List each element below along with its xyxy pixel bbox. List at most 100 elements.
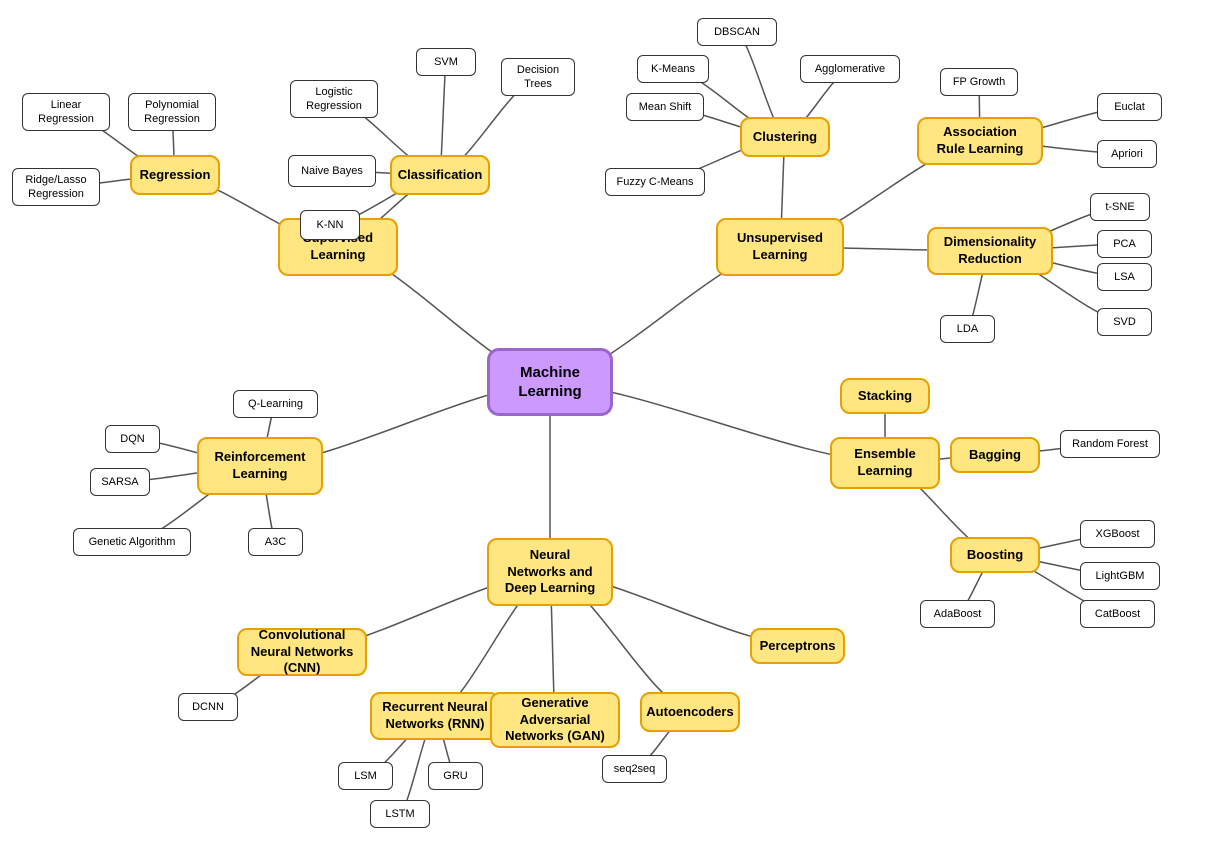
node-regression: Regression bbox=[130, 155, 220, 195]
node-clustering: Clustering bbox=[740, 117, 830, 157]
node-label-ensemble: Ensemble Learning bbox=[830, 437, 940, 489]
node-label-bagging: Bagging bbox=[950, 437, 1040, 473]
node-label-q_learning: Q-Learning bbox=[233, 390, 318, 418]
node-label-pca: PCA bbox=[1097, 230, 1152, 258]
node-label-a3c: A3C bbox=[248, 528, 303, 556]
node-dqn: DQN bbox=[105, 425, 160, 453]
node-label-fuzzy: Fuzzy C-Means bbox=[605, 168, 705, 196]
node-label-fp_growth: FP Growth bbox=[940, 68, 1018, 96]
node-label-clustering: Clustering bbox=[740, 117, 830, 157]
node-label-rnn: Recurrent Neural Networks (RNN) bbox=[370, 692, 500, 740]
node-xgboost: XGBoost bbox=[1080, 520, 1155, 548]
node-label-naive_bayes: Naive Bayes bbox=[288, 155, 376, 187]
node-label-ridge_lasso: Ridge/Lasso Regression bbox=[12, 168, 100, 206]
node-q_learning: Q-Learning bbox=[233, 390, 318, 418]
node-neural_networks: Neural Networks and Deep Learning bbox=[487, 538, 613, 606]
node-stacking: Stacking bbox=[840, 378, 930, 414]
node-genetic: Genetic Algorithm bbox=[73, 528, 191, 556]
node-label-xgboost: XGBoost bbox=[1080, 520, 1155, 548]
node-label-perceptrons: Perceptrons bbox=[750, 628, 845, 664]
node-machine_learning: Machine Learning bbox=[487, 348, 613, 416]
node-linear_reg: Linear Regression bbox=[22, 93, 110, 131]
node-adaboost: AdaBoost bbox=[920, 600, 995, 628]
node-label-gan: Generative Adversarial Networks (GAN) bbox=[490, 692, 620, 748]
node-label-boosting: Boosting bbox=[950, 537, 1040, 573]
node-label-regression: Regression bbox=[130, 155, 220, 195]
node-label-neural_networks: Neural Networks and Deep Learning bbox=[487, 538, 613, 606]
node-label-autoencoders: Autoencoders bbox=[640, 692, 740, 732]
node-a3c: A3C bbox=[248, 528, 303, 556]
node-tsne: t-SNE bbox=[1090, 193, 1150, 221]
node-label-linear_reg: Linear Regression bbox=[22, 93, 110, 131]
node-autoencoders: Autoencoders bbox=[640, 692, 740, 732]
node-naive_bayes: Naive Bayes bbox=[288, 155, 376, 187]
node-ensemble: Ensemble Learning bbox=[830, 437, 940, 489]
node-agglom: Agglomerative bbox=[800, 55, 900, 83]
node-label-lda: LDA bbox=[940, 315, 995, 343]
node-boosting: Boosting bbox=[950, 537, 1040, 573]
node-label-sarsa: SARSA bbox=[90, 468, 150, 496]
node-lstm: LSTM bbox=[370, 800, 430, 828]
node-label-adaboost: AdaBoost bbox=[920, 600, 995, 628]
node-label-apriori: Apriori bbox=[1097, 140, 1157, 168]
mindmap-diagram: Machine LearningSupervised LearningUnsup… bbox=[0, 0, 1207, 842]
node-classification: Classification bbox=[390, 155, 490, 195]
node-logistic: Logistic Regression bbox=[290, 80, 378, 118]
node-label-dbscan: DBSCAN bbox=[697, 18, 777, 46]
node-catboost: CatBoost bbox=[1080, 600, 1155, 628]
node-perceptrons: Perceptrons bbox=[750, 628, 845, 664]
node-random_forest: Random Forest bbox=[1060, 430, 1160, 458]
node-gan: Generative Adversarial Networks (GAN) bbox=[490, 692, 620, 748]
node-label-lsm: LSM bbox=[338, 762, 393, 790]
node-decision_trees: Decision Trees bbox=[501, 58, 575, 96]
node-label-kmeans: K-Means bbox=[637, 55, 709, 83]
node-label-lstm: LSTM bbox=[370, 800, 430, 828]
node-label-reinforcement: Reinforcement Learning bbox=[197, 437, 323, 495]
node-assoc_rule: Association Rule Learning bbox=[917, 117, 1043, 165]
node-dim_reduction: Dimensionality Reduction bbox=[927, 227, 1053, 275]
node-label-dim_reduction: Dimensionality Reduction bbox=[927, 227, 1053, 275]
node-ridge_lasso: Ridge/Lasso Regression bbox=[12, 168, 100, 206]
node-dbscan: DBSCAN bbox=[697, 18, 777, 46]
node-label-logistic: Logistic Regression bbox=[290, 80, 378, 118]
node-label-agglom: Agglomerative bbox=[800, 55, 900, 83]
node-label-mean_shift: Mean Shift bbox=[626, 93, 704, 121]
node-mean_shift: Mean Shift bbox=[626, 93, 704, 121]
node-label-assoc_rule: Association Rule Learning bbox=[917, 117, 1043, 165]
node-knn: K-NN bbox=[300, 210, 360, 240]
node-sarsa: SARSA bbox=[90, 468, 150, 496]
node-rnn: Recurrent Neural Networks (RNN) bbox=[370, 692, 500, 740]
node-label-seq2seq: seq2seq bbox=[602, 755, 667, 783]
node-label-euclat: Euclat bbox=[1097, 93, 1162, 121]
node-label-dqn: DQN bbox=[105, 425, 160, 453]
node-label-tsne: t-SNE bbox=[1090, 193, 1150, 221]
node-label-dcnn: DCNN bbox=[178, 693, 238, 721]
node-label-classification: Classification bbox=[390, 155, 490, 195]
node-label-catboost: CatBoost bbox=[1080, 600, 1155, 628]
node-fuzzy: Fuzzy C-Means bbox=[605, 168, 705, 196]
node-poly_reg: Polynomial Regression bbox=[128, 93, 216, 131]
node-label-gru: GRU bbox=[428, 762, 483, 790]
node-label-knn: K-NN bbox=[300, 210, 360, 240]
node-lightgbm: LightGBM bbox=[1080, 562, 1160, 590]
node-label-random_forest: Random Forest bbox=[1060, 430, 1160, 458]
node-bagging: Bagging bbox=[950, 437, 1040, 473]
node-lsa: LSA bbox=[1097, 263, 1152, 291]
node-label-machine_learning: Machine Learning bbox=[487, 348, 613, 416]
node-cnn: Convolutional Neural Networks (CNN) bbox=[237, 628, 367, 676]
node-pca: PCA bbox=[1097, 230, 1152, 258]
node-label-decision_trees: Decision Trees bbox=[501, 58, 575, 96]
node-label-unsupervised: Unsupervised Learning bbox=[716, 218, 844, 276]
node-unsupervised: Unsupervised Learning bbox=[716, 218, 844, 276]
node-label-svd: SVD bbox=[1097, 308, 1152, 336]
node-seq2seq: seq2seq bbox=[602, 755, 667, 783]
node-label-cnn: Convolutional Neural Networks (CNN) bbox=[237, 628, 367, 676]
node-label-stacking: Stacking bbox=[840, 378, 930, 414]
node-apriori: Apriori bbox=[1097, 140, 1157, 168]
node-lsm: LSM bbox=[338, 762, 393, 790]
node-label-lightgbm: LightGBM bbox=[1080, 562, 1160, 590]
node-dcnn: DCNN bbox=[178, 693, 238, 721]
node-label-genetic: Genetic Algorithm bbox=[73, 528, 191, 556]
node-svm: SVM bbox=[416, 48, 476, 76]
node-label-svm: SVM bbox=[416, 48, 476, 76]
